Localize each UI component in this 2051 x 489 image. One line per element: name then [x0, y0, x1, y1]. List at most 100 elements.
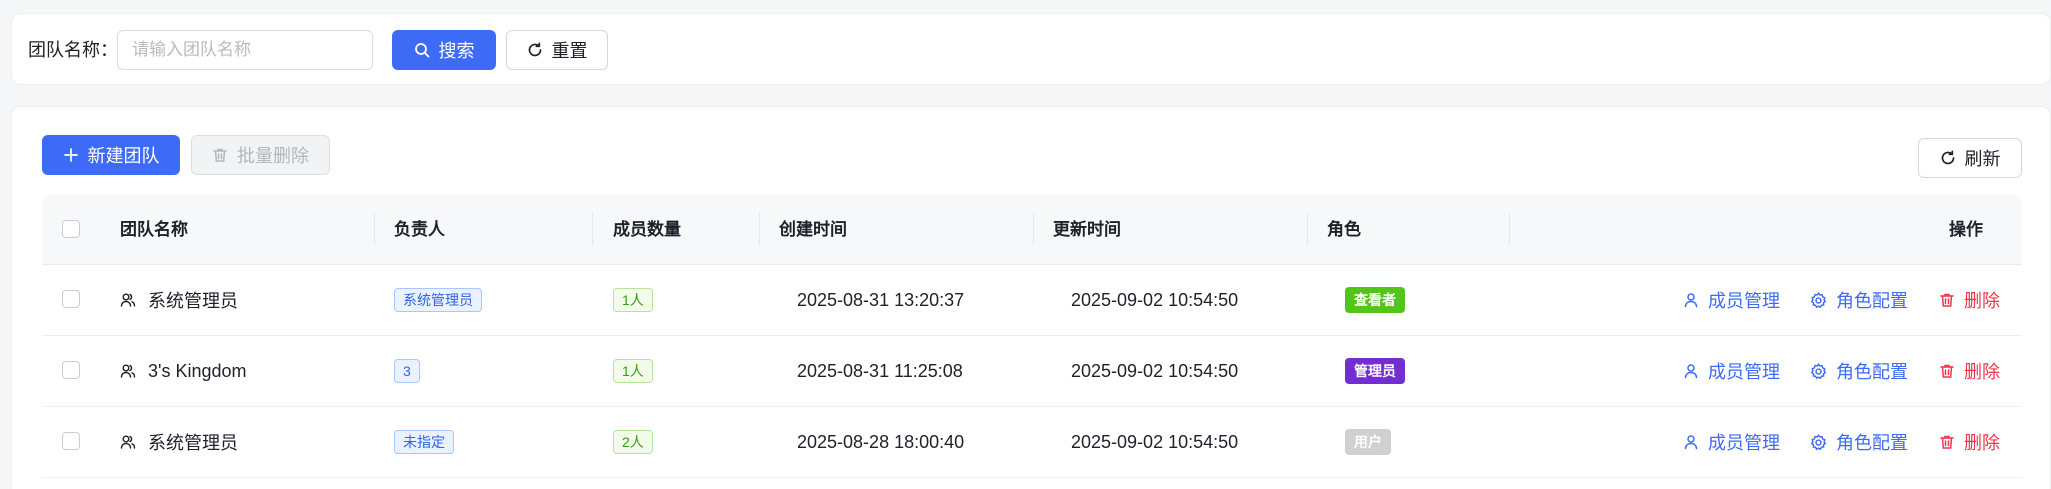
column-header-updated-time: 更新时间: [1053, 220, 1121, 239]
role-config-label: 角色配置: [1836, 433, 1908, 453]
team-table: 团队名称 负责人 成员数量 创建时间 更新时间 角色 操作 系统管理员 系统管理…: [42, 195, 2022, 478]
role-config-link[interactable]: 角色配置: [1810, 407, 1908, 477]
team-name-cell: 3's Kingdom: [120, 336, 247, 406]
member-management-link[interactable]: 成员管理: [1683, 407, 1780, 477]
member-count-tag: 1人: [613, 359, 653, 383]
role-config-label: 角色配置: [1836, 362, 1908, 382]
updated-time: 2025-09-02 10:54:50: [1071, 431, 1239, 452]
refresh-button-label: 刷新: [1964, 149, 2001, 169]
column-divider: [1033, 213, 1034, 245]
team-list-panel: 新建团队 批量删除 刷新 团队名称 负责人 成员数量 创建时间 更新时间 角色 …: [11, 106, 2051, 489]
column-divider: [759, 213, 760, 245]
updated-time: 2025-09-02 10:54:50: [1071, 360, 1239, 381]
delete-label: 删除: [1964, 433, 2000, 453]
column-header-role: 角色: [1327, 220, 1361, 239]
reset-button[interactable]: 重置: [506, 30, 608, 70]
created-time: 2025-08-31 11:25:08: [797, 360, 963, 381]
user-icon: [1684, 364, 1698, 379]
owner-tag: 3: [394, 359, 420, 383]
created-time: 2025-08-28 18:00:40: [797, 431, 965, 452]
gear-icon: [1810, 291, 1827, 308]
table-row: 系统管理员 系统管理员 1人 2025-08-31 13:20:37 2025-…: [42, 265, 2022, 336]
team-name-label: 团队名称：: [28, 40, 118, 60]
batch-delete-button[interactable]: 批量删除: [191, 135, 330, 175]
trash-icon: [1940, 435, 1954, 449]
team-name-cell: 系统管理员: [120, 265, 238, 335]
trash-icon: [1940, 364, 1954, 378]
table-row: 系统管理员 未指定 2人 2025-08-28 18:00:40 2025-09…: [42, 407, 2022, 478]
member-count-cell: 1人: [613, 336, 653, 406]
search-icon: [414, 43, 429, 58]
team-icon: [120, 435, 136, 449]
search-button[interactable]: 搜索: [392, 30, 496, 70]
row-select-checkbox[interactable]: [62, 361, 80, 379]
user-icon: [1684, 435, 1698, 450]
select-all-checkbox[interactable]: [62, 220, 80, 238]
delete-link[interactable]: 删除: [1939, 336, 2000, 406]
role-config-link[interactable]: 角色配置: [1810, 336, 1908, 406]
role-badge: 管理员: [1345, 358, 1405, 384]
delete-label: 删除: [1964, 362, 2000, 382]
reset-button-label: 重置: [551, 41, 588, 61]
member-management-label: 成员管理: [1708, 433, 1780, 453]
refresh-button[interactable]: 刷新: [1918, 138, 2022, 178]
role-config-label: 角色配置: [1836, 291, 1908, 311]
member-count-cell: 2人: [613, 407, 653, 477]
column-header-team-name: 团队名称: [120, 220, 188, 239]
team-name: 系统管理员: [148, 433, 238, 453]
search-button-label: 搜索: [438, 41, 475, 61]
delete-link[interactable]: 删除: [1939, 407, 2000, 477]
owner-tag: 系统管理员: [394, 288, 482, 312]
reset-icon: [528, 42, 541, 57]
role-cell: 用户: [1345, 407, 1391, 477]
team-name-search-input[interactable]: [117, 30, 373, 70]
trash-icon: [213, 148, 227, 162]
updated-time: 2025-09-02 10:54:50: [1071, 289, 1239, 310]
batch-delete-button-label: 批量删除: [237, 146, 309, 166]
member-management-link[interactable]: 成员管理: [1683, 265, 1780, 335]
member-management-label: 成员管理: [1708, 362, 1780, 382]
column-header-member-count: 成员数量: [613, 220, 681, 239]
team-name-cell: 系统管理员: [120, 407, 238, 477]
role-badge: 查看者: [1345, 287, 1405, 313]
member-count-tag: 2人: [613, 430, 653, 454]
role-badge: 用户: [1345, 429, 1391, 455]
role-cell: 查看者: [1345, 265, 1405, 335]
member-count-cell: 1人: [613, 265, 653, 335]
team-icon: [120, 293, 136, 307]
column-divider: [1307, 213, 1308, 245]
member-management-link[interactable]: 成员管理: [1683, 336, 1780, 406]
plus-icon: [63, 148, 78, 162]
owner-cell: 系统管理员: [394, 265, 482, 335]
refresh-icon: [1941, 150, 1954, 165]
table-row: 3's Kingdom 3 1人 2025-08-31 11:25:08 202…: [42, 336, 2022, 407]
gear-icon: [1810, 433, 1827, 450]
member-management-label: 成员管理: [1708, 291, 1780, 311]
row-select-checkbox[interactable]: [62, 432, 80, 450]
gear-icon: [1810, 362, 1827, 379]
role-config-link[interactable]: 角色配置: [1810, 265, 1908, 335]
member-count-tag: 1人: [613, 288, 653, 312]
column-divider: [1509, 213, 1510, 245]
column-header-actions: 操作: [1949, 220, 1983, 239]
owner-cell: 3: [394, 336, 420, 406]
user-icon: [1684, 293, 1698, 308]
column-divider: [592, 213, 593, 245]
owner-tag: 未指定: [394, 430, 454, 454]
column-header-owner: 负责人: [394, 220, 445, 239]
created-time: 2025-08-31 13:20:37: [797, 289, 965, 310]
column-divider: [374, 213, 375, 245]
search-panel: 团队名称： 搜索 重置: [11, 13, 2051, 85]
team-name: 3's Kingdom: [148, 360, 247, 381]
team-icon: [120, 364, 136, 378]
row-select-checkbox[interactable]: [62, 290, 80, 308]
table-header: 团队名称 负责人 成员数量 创建时间 更新时间 角色 操作: [42, 195, 2022, 265]
trash-icon: [1940, 293, 1954, 307]
owner-cell: 未指定: [394, 407, 454, 477]
role-cell: 管理员: [1345, 336, 1405, 406]
delete-link[interactable]: 删除: [1939, 265, 2000, 335]
delete-label: 删除: [1964, 291, 2000, 311]
new-team-button[interactable]: 新建团队: [42, 135, 180, 175]
team-name: 系统管理员: [148, 291, 238, 311]
column-header-created-time: 创建时间: [779, 220, 847, 239]
